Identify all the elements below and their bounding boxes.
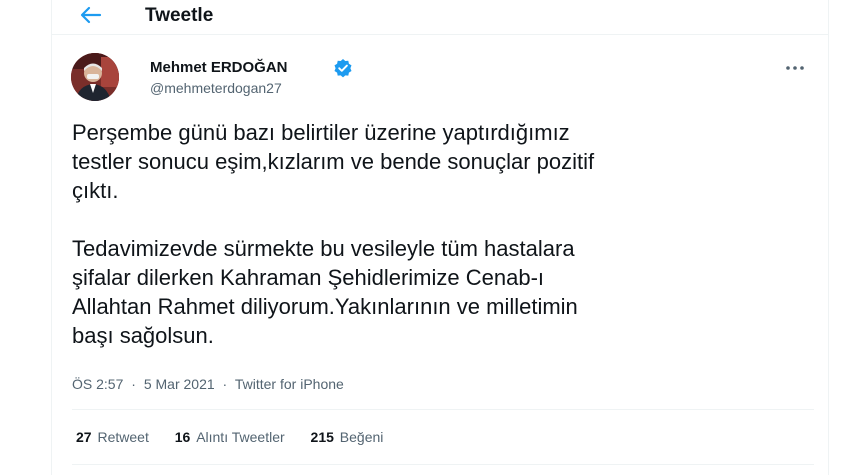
separator: · bbox=[222, 376, 228, 392]
tweet-date[interactable]: 5 Mar 2021 bbox=[144, 376, 215, 392]
stat-number: 215 bbox=[310, 429, 334, 445]
page-title: Tweetle bbox=[145, 5, 214, 26]
profile-photo bbox=[71, 53, 119, 101]
stat-label: Retweet bbox=[97, 429, 149, 445]
more-dots-icon bbox=[786, 66, 804, 70]
tweet-metadata: ÖS 2:57 · 5 Mar 2021 · Twitter for iPhon… bbox=[72, 376, 344, 392]
author-name[interactable]: Mehmet ERDOĞAN bbox=[150, 59, 288, 76]
stat-label: Beğeni bbox=[339, 429, 384, 445]
retweet-count[interactable]: 27 Retweet bbox=[76, 429, 149, 445]
tweet-line: testler sonucu eşim,kızlarım ve bende so… bbox=[72, 149, 595, 174]
tweet-time[interactable]: ÖS 2:57 bbox=[72, 376, 123, 392]
quote-tweet-count[interactable]: 16 Alıntı Tweetler bbox=[175, 429, 285, 445]
back-button[interactable] bbox=[78, 4, 104, 26]
stat-label: Alıntı Tweetler bbox=[196, 429, 285, 445]
tweet-line: şifalar dilerken Kahraman Şehidlerimize … bbox=[72, 265, 545, 290]
tweet-line: Tedavimizevde sürmekte bu vesileyle tüm … bbox=[72, 236, 575, 261]
tweet-line: Perşembe günü bazı belirtiler üzerine ya… bbox=[72, 120, 570, 145]
arrow-left-icon bbox=[80, 6, 102, 24]
verified-badge-icon bbox=[333, 58, 353, 78]
separator: · bbox=[131, 376, 136, 392]
tweet-line: çıktı. bbox=[72, 178, 119, 203]
like-count[interactable]: 215 Beğeni bbox=[311, 429, 384, 445]
author-handle[interactable]: @mehmeterdogan27 bbox=[150, 80, 282, 96]
more-options-button[interactable] bbox=[782, 58, 808, 78]
tweet-line: Allahtan Rahmet diliyorum.Yakınlarının v… bbox=[72, 294, 578, 319]
main-column: Tweetle Mehmet ERDOĞAN @mehmeterdogan27 bbox=[51, 0, 829, 475]
tweet-text: Perşembe günü bazı belirtiler üzerine ya… bbox=[72, 118, 792, 350]
tweet-source[interactable]: Twitter for iPhone bbox=[235, 376, 344, 392]
tweet-page: Tweetle Mehmet ERDOĞAN @mehmeterdogan27 bbox=[0, 0, 868, 475]
stat-number: 27 bbox=[76, 429, 92, 445]
tweet-line: başı sağolsun. bbox=[72, 323, 214, 348]
page-header: Tweetle bbox=[52, 0, 828, 35]
divider bbox=[72, 409, 814, 410]
divider bbox=[72, 464, 814, 465]
stat-number: 16 bbox=[174, 429, 191, 445]
engagement-stats: 27 Retweet 16 Alıntı Tweetler 215 Beğeni bbox=[76, 429, 405, 445]
avatar[interactable] bbox=[71, 53, 119, 101]
